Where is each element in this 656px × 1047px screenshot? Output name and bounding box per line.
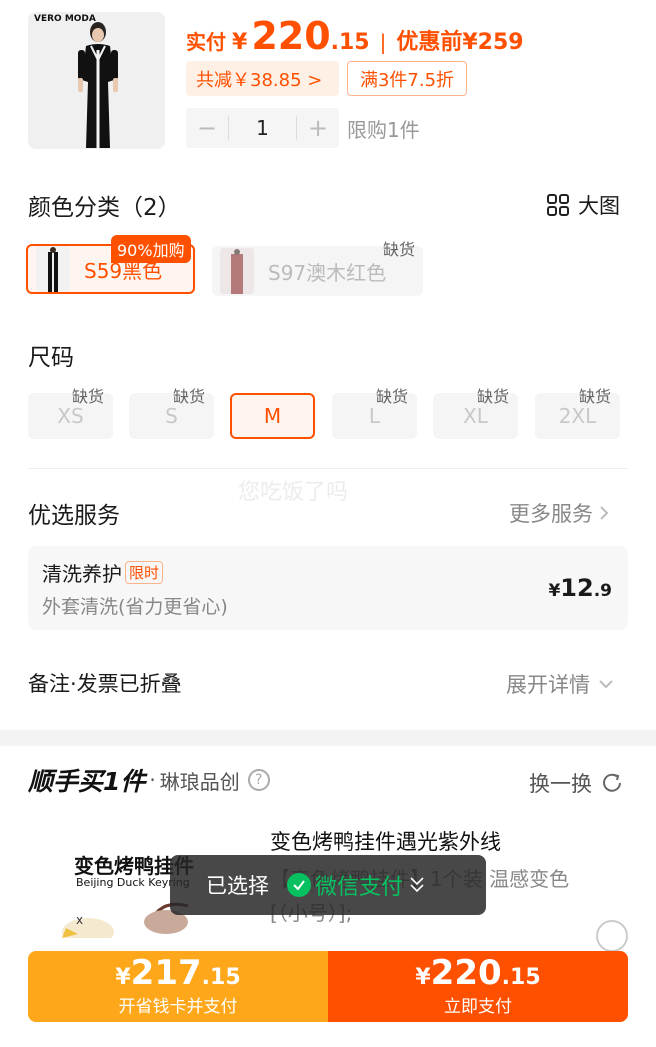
price-separator: | [379, 30, 387, 54]
pay-bar: ¥ 217 .15 开省钱卡并支付 ¥ 220 .15 立即支付 [28, 951, 628, 1022]
color-thumb-red [220, 248, 254, 294]
big-picture-button[interactable]: 大图 [546, 190, 620, 220]
service-price: ¥ 12 .9 [548, 574, 612, 602]
limited-time-tag: 限时 [125, 561, 164, 584]
savings-card-price: ¥ 217 .15 [115, 956, 240, 990]
section-divider [28, 468, 628, 469]
dress-model-illustration [78, 22, 118, 148]
services-title: 优选服务 [28, 503, 120, 529]
savings-card-price-symbol: ¥ [115, 965, 131, 990]
service-price-symbol: ¥ [548, 581, 561, 601]
size-s-badge: 缺货 [173, 387, 206, 406]
upsell-divider: · [149, 768, 156, 792]
size-l-badge: 缺货 [376, 387, 409, 406]
original-price: 优惠前¥259 [396, 30, 524, 55]
chevron-down-icon [599, 680, 613, 689]
paid-label: 实付 [186, 30, 226, 54]
section-separator [0, 730, 656, 746]
watermark-text: 您吃饭了吗 [238, 480, 349, 505]
purchase-limit: 限购1件 [347, 118, 420, 142]
color-label-red: S97澳木红色 [268, 260, 387, 285]
upsell-item-title[interactable]: 变色烤鸭挂件遇光紫外线 [270, 826, 501, 856]
savings-card-price-int: 217 [130, 953, 202, 993]
pay-now-label: 立即支付 [444, 997, 512, 1017]
quantity-minus-button[interactable]: − [186, 114, 228, 142]
out-of-stock-badge: 缺货 [383, 240, 416, 259]
wechat-icon [287, 873, 311, 897]
quantity-value[interactable]: 1 [228, 116, 297, 140]
upsell-title: 顺手买1件 [28, 767, 146, 796]
toast-selected-label: 已选择 [206, 874, 269, 898]
upsell-header: 顺手买1件 · 琳琅品创 ? [28, 762, 270, 798]
service-item[interactable]: 清洗养护 限时 外套清洗(省力更省心) ¥ 12 .9 [28, 546, 628, 630]
expand-details-button[interactable]: 展开详情 [506, 669, 614, 699]
price-decimal: .15 [330, 30, 370, 55]
upsell-select-checkbox[interactable] [596, 920, 628, 952]
toast-payment-method: 微信支付 [315, 875, 404, 900]
svg-text:x: x [76, 913, 83, 927]
service-desc: 外套清洗(省力更省心) [42, 596, 228, 618]
total-discount-chip[interactable]: 共减￥38.85 > [186, 61, 339, 96]
refresh-icon [603, 773, 621, 792]
price-integer: 220 [251, 14, 331, 58]
color-thumb-black [36, 246, 70, 292]
product-image[interactable]: VERO MODA [28, 12, 165, 149]
service-name: 清洗养护 [42, 562, 122, 586]
color-section-title: 颜色分类（2） [28, 195, 181, 221]
payment-method-toast[interactable]: 已选择 微信支付 [170, 855, 486, 915]
pay-now-price: ¥ 220 .15 [415, 956, 540, 990]
pay-now-price-symbol: ¥ [415, 965, 431, 990]
pay-now-price-dec: .15 [501, 965, 541, 990]
size-xs-badge: 缺货 [72, 387, 105, 406]
more-services-link[interactable]: 更多服务 [509, 498, 609, 528]
pay-now-button[interactable]: ¥ 220 .15 立即支付 [328, 951, 628, 1022]
upsell-shop-name: 琳琅品创 [159, 769, 240, 794]
chevron-right-icon [600, 506, 609, 520]
service-price-dec: .9 [593, 581, 612, 601]
size-xl-badge: 缺货 [477, 387, 510, 406]
big-picture-label: 大图 [578, 194, 620, 218]
refresh-label: 换一换 [529, 772, 592, 796]
size-section-title: 尺码 [28, 345, 74, 371]
promo-chip: 满3件7.5折 [347, 61, 467, 96]
quantity-stepper: − 1 + [186, 108, 339, 148]
hot-badge: 90%加购 [111, 235, 191, 263]
refresh-button[interactable]: 换一换 [529, 768, 624, 798]
savings-card-price-dec: .15 [201, 965, 241, 990]
quantity-plus-button[interactable]: + [297, 114, 339, 142]
pay-now-price-int: 220 [430, 953, 502, 993]
price-currency: ¥ [232, 30, 248, 55]
double-chevron-down-icon [410, 877, 424, 893]
size-option-m[interactable]: M [230, 393, 315, 439]
more-services-label: 更多服务 [509, 502, 593, 526]
expand-details-label: 展开详情 [506, 673, 590, 697]
size-2xl-badge: 缺货 [579, 387, 612, 406]
price-row: 实付 ¥ 220 .15 | 优惠前¥259 [186, 14, 524, 58]
service-price-int: 12 [560, 574, 594, 602]
grid-icon [547, 194, 569, 216]
savings-card-pay-label: 开省钱卡并支付 [118, 997, 238, 1017]
help-icon[interactable]: ? [247, 769, 270, 791]
notes-invoice-label: 备注·发票已折叠 [28, 672, 182, 696]
savings-card-pay-button[interactable]: ¥ 217 .15 开省钱卡并支付 [28, 951, 328, 1022]
